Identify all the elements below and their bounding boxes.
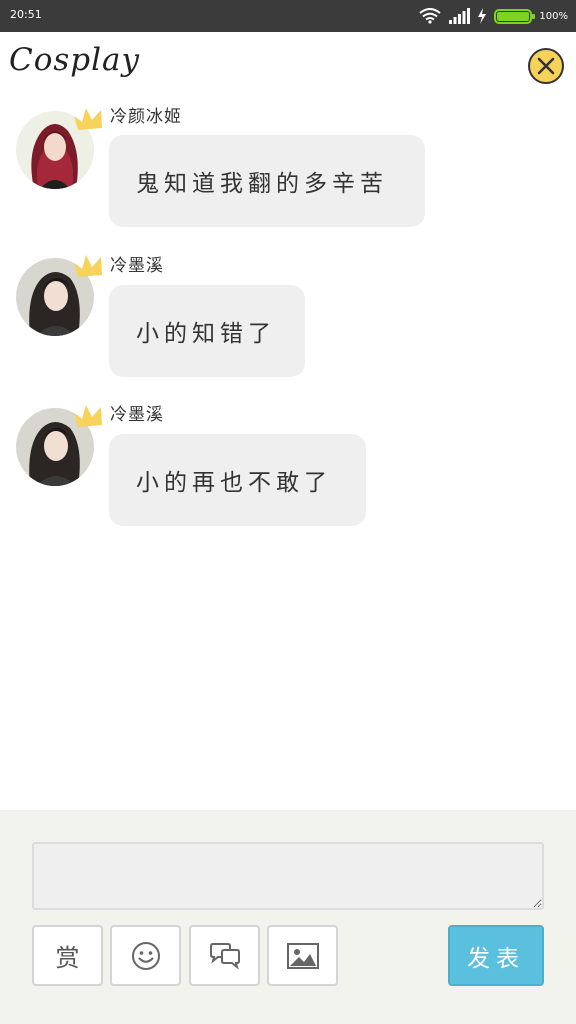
wifi-icon <box>419 8 442 24</box>
crown-icon <box>74 405 102 427</box>
battery-percentage: 100% <box>539 10 568 22</box>
close-icon <box>537 57 555 75</box>
message-bubble: 小的再也不敢了 <box>109 434 366 526</box>
battery-icon <box>494 8 536 24</box>
image-button[interactable] <box>267 925 338 986</box>
crown-icon <box>74 255 102 277</box>
status-time: 20:51 <box>10 8 42 21</box>
battery-fill <box>497 11 530 21</box>
smiley-icon <box>131 941 160 970</box>
message-username[interactable]: 冷墨溪 <box>110 400 164 425</box>
composer-panel: 赏 发表 <box>0 810 576 1024</box>
chat-button[interactable] <box>189 925 260 986</box>
charging-icon <box>478 8 487 24</box>
message-list: 冷颜冰姬 鬼知道我翻的多辛苦 冷墨溪 小的知错了 冷墨溪 小的再也不敢了 <box>0 98 576 810</box>
close-button[interactable] <box>528 48 564 84</box>
comment-input[interactable] <box>32 842 544 910</box>
status-bar: 20:51 100% <box>0 0 576 32</box>
reward-button[interactable]: 赏 <box>32 925 103 986</box>
reward-label: 赏 <box>55 944 80 972</box>
submit-button[interactable]: 发表 <box>448 925 544 986</box>
speech-bubbles-icon <box>209 942 240 970</box>
status-icons: 100% <box>419 6 568 26</box>
message-bubble: 鬼知道我翻的多辛苦 <box>109 135 425 227</box>
message-bubble: 小的知错了 <box>109 285 305 377</box>
emoji-button[interactable] <box>110 925 181 986</box>
header: Cosplay <box>0 32 576 98</box>
signal-icon <box>449 8 471 24</box>
crown-icon <box>74 108 102 130</box>
image-icon <box>286 942 319 969</box>
message-username[interactable]: 冷墨溪 <box>110 251 164 276</box>
page-title: Cosplay <box>9 42 141 78</box>
message-username[interactable]: 冷颜冰姬 <box>110 102 182 127</box>
